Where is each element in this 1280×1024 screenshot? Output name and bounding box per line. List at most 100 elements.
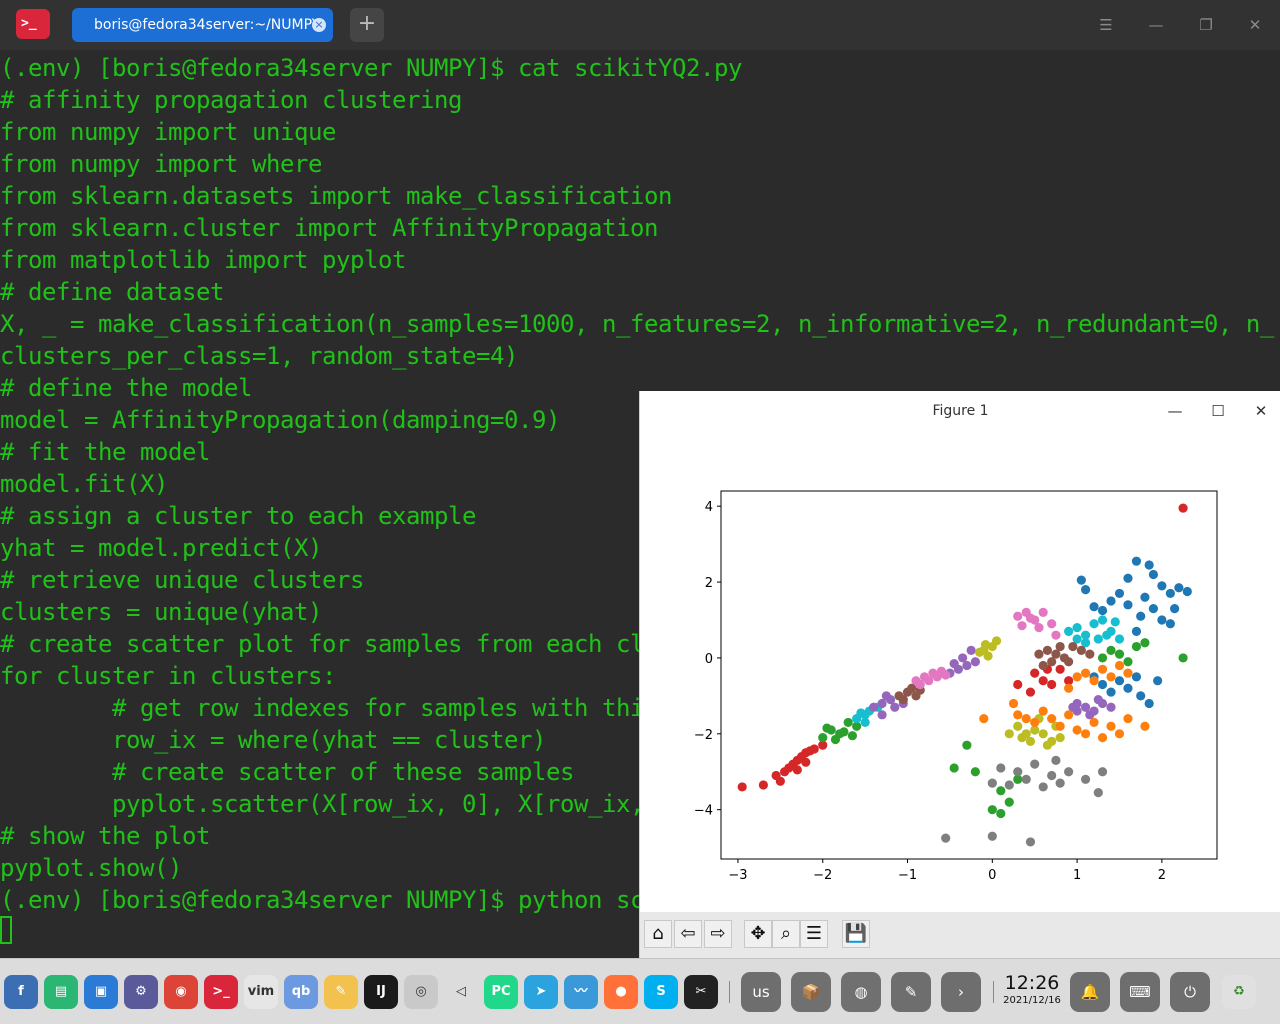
data-point <box>1004 729 1014 739</box>
data-point <box>941 833 951 843</box>
taskbar-separator <box>729 981 730 1003</box>
data-point <box>1140 721 1150 731</box>
data-point <box>1089 717 1099 728</box>
terminal-icon[interactable]: >_ <box>204 975 238 1009</box>
cake-icon[interactable]: ◍ <box>841 972 881 1012</box>
terminal-title-bar: >_ boris@fedora34server:~/NUMPY × + ☰ — … <box>0 0 1280 50</box>
settings-icon[interactable]: ⚙ <box>124 975 158 1009</box>
plot-frame <box>720 490 1218 860</box>
data-point <box>758 780 768 790</box>
data-point <box>1093 634 1103 644</box>
minimize-button[interactable]: — <box>1145 14 1167 36</box>
terminal-line: # define dataset <box>0 278 224 306</box>
firefox-icon[interactable]: ● <box>604 975 638 1009</box>
data-point <box>970 657 980 667</box>
figure-close-button[interactable]: ✕ <box>1251 401 1271 421</box>
data-point <box>1064 767 1074 777</box>
data-point <box>1080 729 1091 739</box>
data-point <box>1047 619 1057 629</box>
data-point <box>1038 676 1048 686</box>
data-point <box>1153 676 1163 686</box>
data-point <box>1178 653 1188 663</box>
figure-minimize-button[interactable]: — <box>1165 401 1185 421</box>
data-point <box>1093 788 1103 798</box>
data-point <box>1038 729 1048 739</box>
home-button[interactable]: ⌂ <box>644 920 672 948</box>
data-point <box>1008 698 1019 709</box>
scatter-plot[interactable]: −3 −2 −1 0 1 2 −4 −2 0 2 4 <box>640 431 1280 912</box>
data-point <box>843 717 853 728</box>
data-point <box>1025 687 1036 697</box>
configure-subplots-button[interactable]: ☰ <box>800 920 828 948</box>
fedora-icon[interactable]: f <box>4 975 38 1009</box>
data-point <box>1148 569 1159 580</box>
data-point <box>1106 702 1116 712</box>
data-point <box>1034 622 1044 633</box>
data-point <box>1064 710 1074 720</box>
restore-button[interactable]: ❐ <box>1195 14 1217 36</box>
data-point <box>860 717 870 728</box>
volume-icon[interactable]: ◁ <box>444 975 478 1009</box>
chrome-icon[interactable]: ◉ <box>164 975 198 1009</box>
data-point <box>1038 607 1048 618</box>
keyboard-layout-button[interactable]: us <box>741 972 781 1012</box>
app-store-icon[interactable]: ▣ <box>84 975 118 1009</box>
data-point <box>1064 657 1074 667</box>
data-point <box>1110 617 1120 627</box>
pycharm-icon[interactable]: PC <box>484 975 518 1009</box>
terminal-line: model = AffinityPropagation(damping=0.9) <box>0 406 560 434</box>
x-tick-label: −3 <box>728 868 747 883</box>
vim-icon[interactable]: vim <box>244 975 278 1009</box>
forward-button[interactable]: ⇨ <box>704 920 732 948</box>
back-button[interactable]: ⇦ <box>674 920 702 948</box>
new-tab-button[interactable]: + <box>350 8 384 42</box>
data-point <box>898 695 908 705</box>
close-button[interactable]: ✕ <box>1244 14 1266 36</box>
data-point <box>830 734 841 745</box>
disc-icon[interactable]: ◎ <box>404 975 438 1009</box>
skype-icon[interactable]: S <box>644 975 678 1009</box>
intellij-icon[interactable]: IJ <box>364 975 398 1009</box>
data-point <box>1013 611 1023 621</box>
terminal-line: # retrieve unique clusters <box>0 566 364 594</box>
tab-close-icon[interactable]: × <box>312 18 326 32</box>
data-point <box>1123 668 1133 678</box>
data-point <box>983 651 993 661</box>
data-point <box>1025 837 1036 847</box>
zoom-button[interactable]: ⌕ <box>772 920 800 948</box>
clock-date[interactable]: 2021/12/16 <box>1002 995 1062 1006</box>
data-point <box>1131 626 1142 636</box>
clock-time[interactable]: 12:26 <box>1002 972 1062 994</box>
data-point <box>1123 683 1133 693</box>
qbittorrent-icon[interactable]: qb <box>284 975 318 1009</box>
package-icon[interactable]: 📦 <box>791 972 831 1012</box>
data-point <box>1064 626 1074 636</box>
data-point <box>1114 729 1125 739</box>
data-point <box>779 767 790 777</box>
data-point <box>1182 586 1192 597</box>
data-point <box>869 702 879 712</box>
pan-button[interactable]: ✥ <box>744 920 772 948</box>
keyboard-icon[interactable]: ⌨ <box>1120 972 1160 1012</box>
trash-icon[interactable]: ♻ <box>1222 975 1256 1009</box>
notification-bell-icon[interactable]: 🔔 <box>1070 972 1110 1012</box>
power-icon[interactable]: ⏻ <box>1170 972 1210 1012</box>
data-point <box>1051 630 1061 640</box>
monitor-icon[interactable]: 〰 <box>564 975 598 1009</box>
figure-maximize-button[interactable]: ☐ <box>1208 401 1228 421</box>
tab-terminal-session[interactable]: boris@fedora34server:~/NUMPY × <box>72 8 333 42</box>
data-point <box>1038 782 1048 792</box>
save-button[interactable]: 💾 <box>842 920 870 948</box>
pen-icon[interactable]: ✎ <box>891 972 931 1012</box>
data-point <box>1013 710 1023 720</box>
telegram-icon[interactable]: ➤ <box>524 975 558 1009</box>
data-point <box>771 770 781 781</box>
file-manager-icon[interactable]: ▤ <box>44 975 78 1009</box>
terminal-line: # fit the model <box>0 438 210 466</box>
data-point <box>979 714 989 724</box>
chevron-right-icon[interactable]: › <box>941 972 981 1012</box>
notes-icon[interactable]: ✎ <box>324 975 358 1009</box>
menu-icon[interactable]: ☰ <box>1095 14 1117 36</box>
data-point <box>1123 600 1133 610</box>
screenshot-icon[interactable]: ✂ <box>684 975 718 1009</box>
